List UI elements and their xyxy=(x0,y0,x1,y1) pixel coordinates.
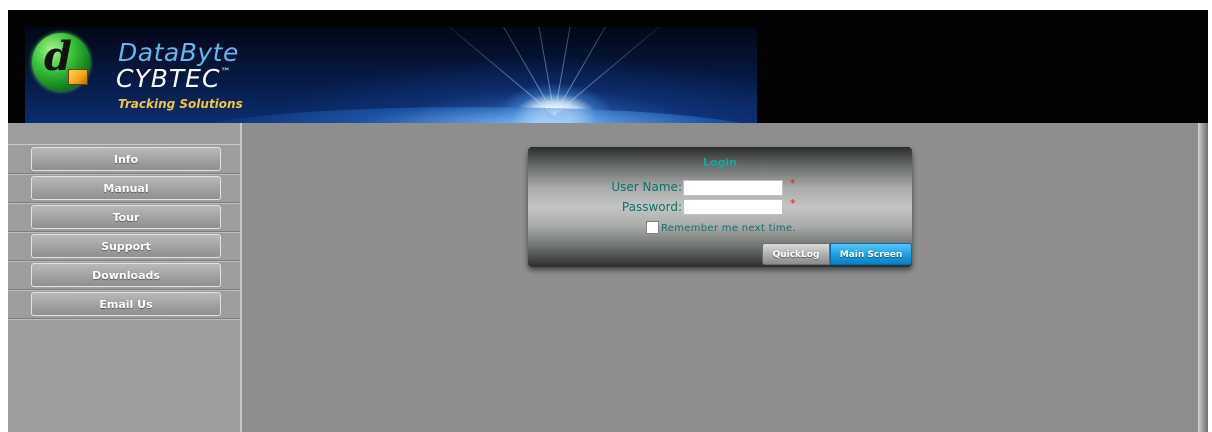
header-banner: d DataByte CYBTEC™ Tracking Solutions xyxy=(8,10,1208,123)
brand-name: DataByte xyxy=(118,38,239,67)
sidebar-item-email-us[interactable]: Email Us xyxy=(31,292,221,316)
trademark-mark: ™ xyxy=(220,67,232,78)
brand-subtitle: CYBTEC™ xyxy=(116,66,231,91)
brand-sub-text: CYBTEC xyxy=(116,64,221,93)
username-input[interactable] xyxy=(683,180,783,196)
sidebar-row: Downloads xyxy=(8,261,240,290)
page-frame: d DataByte CYBTEC™ Tracking Solutions In… xyxy=(8,10,1208,432)
light-ray xyxy=(431,27,555,116)
main-content: Login User Name: * Password: * Remember … xyxy=(242,123,1198,432)
sidebar: Info Manual Tour Support Downloads Email… xyxy=(8,123,242,432)
password-input[interactable] xyxy=(683,199,783,215)
quicklog-button[interactable]: QuickLog xyxy=(762,243,830,265)
sidebar-row: Manual xyxy=(8,174,240,203)
remember-me-checkbox[interactable] xyxy=(646,221,659,234)
username-required-marker: * xyxy=(790,177,796,190)
main-screen-button[interactable]: Main Screen xyxy=(830,243,912,265)
light-ray xyxy=(474,27,555,116)
password-label: Password: xyxy=(621,200,682,214)
sidebar-item-downloads[interactable]: Downloads xyxy=(31,263,221,287)
logo-cube-icon xyxy=(68,69,88,85)
sidebar-row: Info xyxy=(8,145,240,174)
sidebar-item-info[interactable]: Info xyxy=(31,147,221,171)
databyte-logo-icon: d xyxy=(32,33,90,91)
password-required-marker: * xyxy=(790,197,796,210)
earth-horizon-glow xyxy=(175,107,757,123)
sidebar-row: Support xyxy=(8,232,240,261)
sidebar-nav: Info Manual Tour Support Downloads Email… xyxy=(8,144,240,319)
sidebar-row: Tour xyxy=(8,203,240,232)
login-title: Login xyxy=(702,156,738,169)
login-panel: Login User Name: * Password: * Remember … xyxy=(528,147,912,267)
sidebar-item-support[interactable]: Support xyxy=(31,234,221,258)
sidebar-item-manual[interactable]: Manual xyxy=(31,176,221,200)
right-edge-border xyxy=(1198,123,1208,432)
brand-tagline: Tracking Solutions xyxy=(118,97,243,111)
sidebar-item-tour[interactable]: Tour xyxy=(31,205,221,229)
sidebar-row: Email Us xyxy=(8,290,240,319)
username-label: User Name: xyxy=(611,180,682,194)
light-ray xyxy=(554,27,678,115)
remember-me-label: Remember me next time. xyxy=(661,223,796,234)
